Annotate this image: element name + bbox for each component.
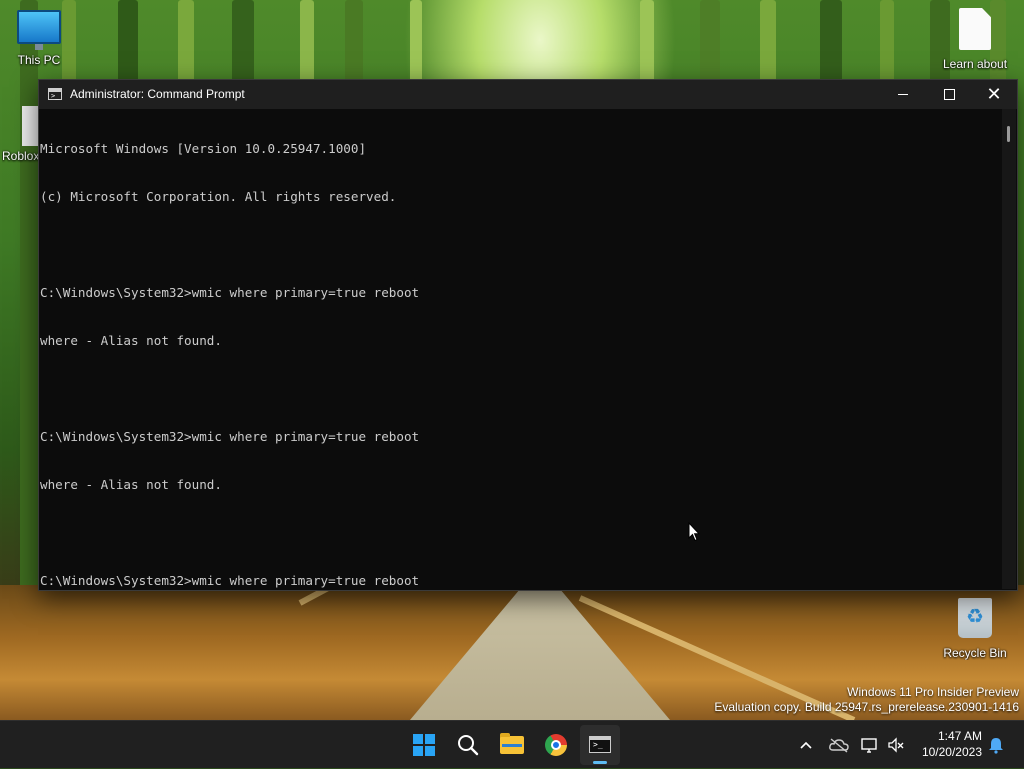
- desktop-icon-label: This PC: [17, 53, 61, 67]
- search-icon: [458, 735, 479, 756]
- console-line: (c) Microsoft Corporation. All rights re…: [40, 189, 397, 204]
- cmd-icon: >_: [589, 736, 611, 753]
- windows-logo-icon: [413, 734, 435, 756]
- network-icon: [861, 738, 877, 753]
- console-line: C:\Windows\System32>wmic where primary=t…: [40, 285, 420, 300]
- console-prompt-line[interactable]: C:\Windows\System32>wmic where primary=t…: [40, 573, 998, 589]
- monitor-icon: [17, 10, 61, 50]
- taskbar: >_ 1:47 AM 10/20/2023: [0, 720, 1024, 768]
- clock-date: 10/20/2023: [921, 745, 982, 759]
- notification-button[interactable]: [986, 735, 1006, 755]
- scrollbar-thumb[interactable]: [1007, 126, 1010, 142]
- console-line: Microsoft Windows [Version 10.0.25947.10…: [40, 141, 367, 156]
- command-prompt-taskbar-button[interactable]: >_: [580, 725, 620, 765]
- console-output[interactable]: Microsoft Windows [Version 10.0.25947.10…: [40, 109, 998, 589]
- close-button[interactable]: ✕: [971, 80, 1017, 109]
- desktop-icon-label: Roblox: [2, 149, 40, 163]
- window-title: Administrator: Command Prompt: [70, 87, 245, 101]
- cmd-icon: >_: [48, 88, 62, 100]
- command-prompt-window[interactable]: >_ Administrator: Command Prompt ✕ Micro…: [38, 79, 1018, 591]
- console-line: where - Alias not found.: [40, 333, 222, 348]
- show-hidden-icons-button[interactable]: [796, 735, 816, 755]
- evaluation-watermark: Windows 11 Pro Insider Preview Evaluatio…: [714, 685, 1019, 715]
- desktop-icon-roblox[interactable]: Roblox: [0, 106, 40, 163]
- maximize-icon: [943, 88, 955, 100]
- console-line: where - Alias not found.: [40, 477, 222, 492]
- maximize-button[interactable]: [926, 80, 972, 109]
- watermark-line-2: Evaluation copy. Build 25947.rs_prerelea…: [714, 700, 1019, 714]
- desktop-icon-learn-about[interactable]: Learn about: [939, 8, 1011, 71]
- mouse-cursor-icon: [688, 522, 700, 542]
- onedrive-tray-button[interactable]: [828, 735, 849, 755]
- shortcut-icon: [22, 106, 38, 146]
- chrome-button[interactable]: [536, 725, 576, 765]
- start-button[interactable]: [404, 725, 444, 765]
- console-line: C:\Windows\System32>wmic where primary=t…: [40, 429, 420, 444]
- close-icon: ✕: [986, 84, 1002, 105]
- watermark-line-1: Windows 11 Pro Insider Preview: [847, 685, 1019, 699]
- active-app-indicator: [593, 761, 607, 764]
- clock-time: 1:47 AM: [937, 729, 982, 743]
- notification-bell-icon: [989, 738, 1003, 754]
- minimize-icon: [898, 93, 908, 95]
- file-explorer-button[interactable]: [492, 725, 532, 765]
- onedrive-offline-icon: [829, 738, 849, 753]
- desktop-icon-label: Learn about: [942, 57, 1008, 71]
- desktop-icon-this-pc[interactable]: This PC: [3, 10, 75, 67]
- vertical-scrollbar[interactable]: [1002, 109, 1016, 589]
- desktop-icon-label: Recycle Bin: [943, 646, 1007, 660]
- network-tray-button[interactable]: [860, 735, 880, 755]
- minimize-button[interactable]: [880, 80, 926, 109]
- title-bar[interactable]: >_ Administrator: Command Prompt ✕: [39, 80, 1017, 109]
- chrome-icon: [545, 734, 567, 756]
- document-icon: [959, 8, 991, 50]
- search-button[interactable]: [448, 725, 488, 765]
- folder-icon: [500, 733, 524, 754]
- chevron-up-icon: [800, 741, 812, 749]
- volume-tray-button[interactable]: [886, 735, 906, 755]
- system-clock[interactable]: 1:47 AM 10/20/2023: [908, 728, 982, 760]
- volume-muted-icon: [888, 737, 904, 753]
